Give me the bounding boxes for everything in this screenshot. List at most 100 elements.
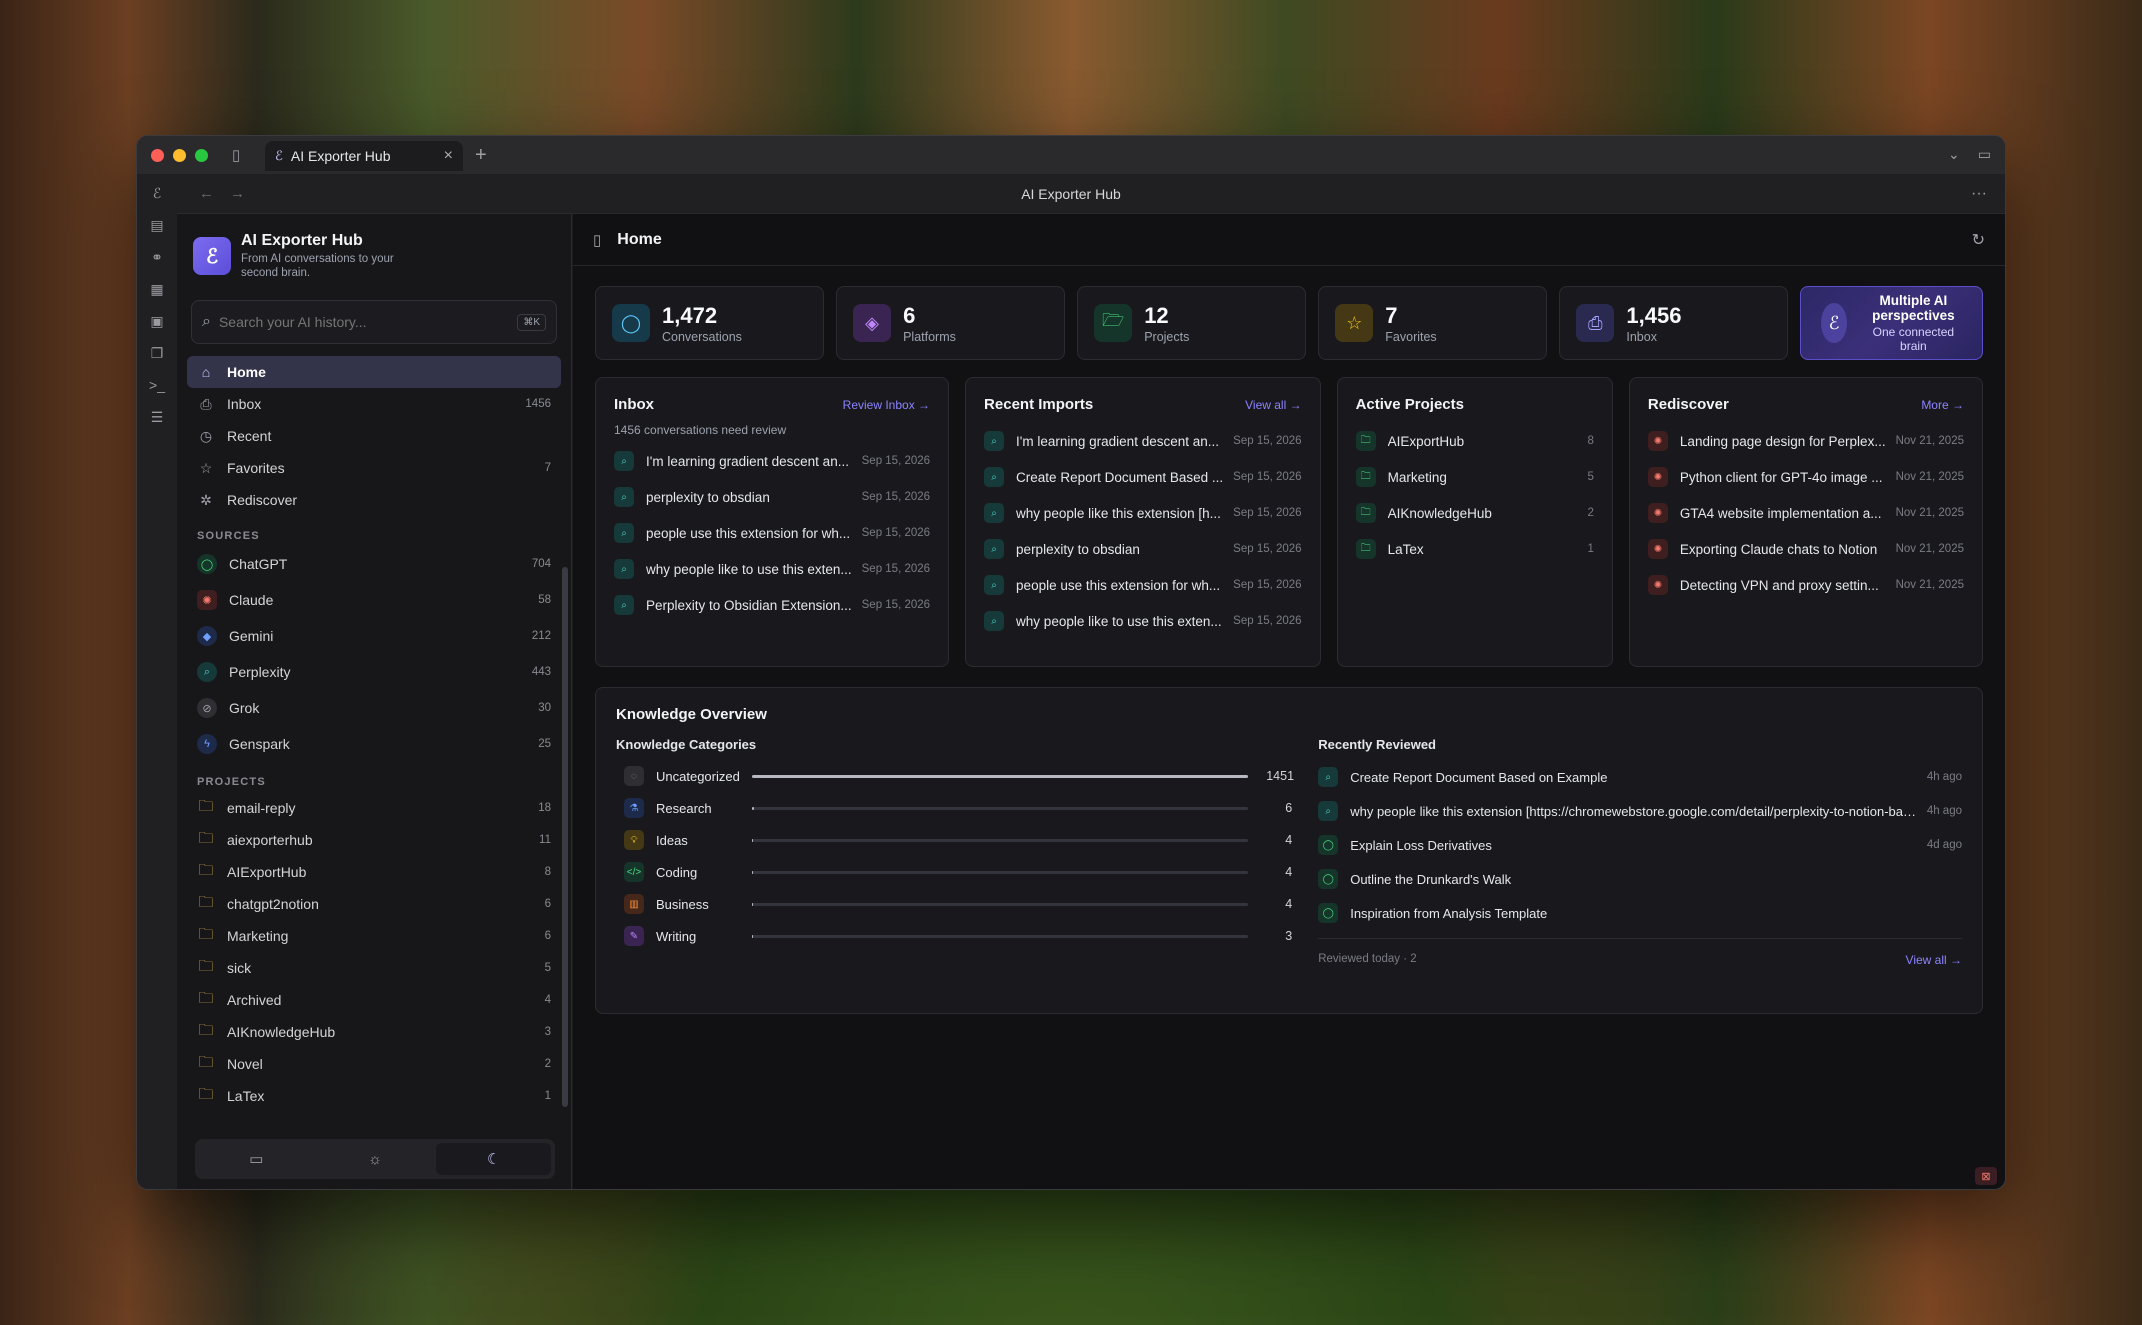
reviewed-item[interactable]: ◯ Outline the Drunkard's Walk (1318, 862, 1962, 896)
list-item[interactable]: ⌕ why people like to use this exten... Sep… (984, 603, 1302, 639)
split-view-icon[interactable]: ▭ (1978, 146, 1991, 163)
category-row[interactable]: ◌ Uncategorized 1451 (616, 760, 1294, 792)
list-item[interactable]: ✺ Detecting VPN and proxy settin... Nov 21… (1647, 567, 1964, 603)
stat-card-projects[interactable]: 🗁 12 Projects (1077, 286, 1307, 360)
sidebar-item-project[interactable]: 🗀 Novel 2 (187, 1048, 561, 1080)
extension-badge-icon[interactable]: ⊠ (1975, 1167, 1997, 1185)
item-date: Sep 15, 2026 (861, 527, 931, 539)
sidebar-item-project[interactable]: 🗀 sick 5 (187, 952, 561, 984)
search-box[interactable]: ⌕ ⌘K (191, 300, 557, 344)
app-logo-icon[interactable]: ℰ (148, 184, 166, 202)
sidebar-item-project[interactable]: 🗀 AIExportHub 8 (187, 856, 561, 888)
minimize-window-button[interactable] (173, 148, 186, 162)
project-item[interactable]: 🗀 Marketing 5 (1355, 459, 1594, 495)
category-row[interactable]: ▥ Business 4 (616, 888, 1292, 920)
sidebar-item-inbox[interactable]: ⎙ Inbox 1456 (187, 388, 561, 420)
sidebar-item-grok[interactable]: ⊘ Grok 30 (187, 690, 561, 726)
item-title: I'm learning gradient descent an... (1016, 433, 1219, 449)
refresh-icon[interactable]: ↻ (1972, 230, 1985, 250)
list-item[interactable]: ⌕ why people like this extension [h... Sep… (984, 495, 1302, 531)
inbox-icon: ⎙ (1576, 304, 1615, 342)
sidebar-item-project[interactable]: 🗀 Archived 4 (187, 984, 561, 1016)
more-options-icon[interactable]: ··· (1971, 185, 1987, 203)
list-item[interactable]: ⌕ people use this extension for wh... Sep … (984, 567, 1302, 603)
reviewed-item[interactable]: ◯ Inspiration from Analysis Template (1318, 896, 1962, 930)
tab-close-icon[interactable]: × (444, 147, 453, 165)
new-tab-icon[interactable]: + (475, 144, 487, 167)
category-bar-fill (752, 774, 1249, 778)
list-item[interactable]: ⌕ I'm learning gradient descent an... Sep … (614, 443, 930, 479)
calendar-icon[interactable]: ▣ (148, 312, 166, 330)
gemini-icon: ◆ (197, 626, 217, 646)
system-theme-button[interactable]: ▭ (199, 1143, 314, 1175)
stat-card-platforms[interactable]: ◈ 6 Platforms (836, 286, 1066, 360)
sidebar-item-count: 704 (531, 558, 551, 570)
sidebar-item-project[interactable]: 🗀 AIKnowledgeHub 3 (187, 1016, 561, 1048)
sidebar-item-project[interactable]: 🗀 email-reply 18 (187, 792, 561, 824)
project-item[interactable]: 🗀 AIExportHub 8 (1355, 423, 1594, 459)
reviewed-item[interactable]: ◯ Explain Loss Derivatives 4d ago (1318, 828, 1962, 862)
list-item[interactable]: ⌕ why people like to use this exten... Sep… (614, 551, 930, 587)
perplexity-icon: ⌕ (197, 662, 217, 682)
sidebar-item-chatgpt[interactable]: ◯ ChatGPT 704 (187, 546, 561, 582)
window-controls (151, 148, 208, 162)
review-inbox-link[interactable]: Review Inbox → (843, 398, 930, 412)
zoom-window-button[interactable] (195, 148, 208, 162)
panel-toggle-icon[interactable]: ▯ (593, 231, 601, 249)
sidebar-item-project[interactable]: 🗀 LaTex 1 (187, 1080, 561, 1112)
browser-tab[interactable]: ℰ AI Exporter Hub × (265, 141, 463, 171)
graph-icon[interactable]: ⚭ (148, 248, 166, 266)
sidebar-item-label: Perplexity (229, 664, 291, 680)
close-window-button[interactable] (151, 148, 164, 162)
sidebar-item-rediscover[interactable]: ✲ Rediscover (187, 484, 561, 516)
list-item[interactable]: ✺ Exporting Claude chats to Notion Nov 21,… (1647, 531, 1964, 567)
project-item[interactable]: 🗀 LaTex 1 (1355, 531, 1594, 567)
sidebar-item-project[interactable]: 🗀 aiexporterhub 11 (187, 824, 561, 856)
view-all-link[interactable]: View all → (1906, 953, 1962, 967)
document-icon[interactable]: ▤ (148, 216, 166, 234)
sidebar-item-recent[interactable]: ◷ Recent (187, 420, 561, 452)
dark-theme-button[interactable]: ☾ (436, 1143, 552, 1175)
list-item[interactable]: ⌕ Create Report Document Based ... Sep 15,… (984, 459, 1302, 495)
stat-card-favorites[interactable]: ☆ 7 Favorites (1318, 286, 1548, 360)
chevron-down-icon[interactable]: ⌄ (1948, 146, 1960, 163)
address-title[interactable]: AI Exporter Hub (137, 186, 2005, 202)
category-row[interactable]: ✎ Writing 3 (616, 920, 1292, 952)
sidebar-item-project[interactable]: 🗀 chatgpt2notion 6 (187, 888, 561, 920)
view-all-link[interactable]: View all → (1245, 398, 1301, 412)
sidebar-item-favorites[interactable]: ☆ Favorites 7 (187, 452, 561, 484)
grid-icon[interactable]: ▦ (148, 280, 166, 298)
sidebar-item-project[interactable]: 🗀 Marketing 6 (187, 920, 561, 952)
reviewed-item[interactable]: ⌕ why people like this extension [https:/… (1318, 794, 1962, 828)
star-icon: ☆ (199, 459, 213, 476)
list-item[interactable]: ⌕ Perplexity to Obsidian Extension... Sep … (614, 587, 930, 623)
sidebar-item-home[interactable]: ⌂ Home (187, 356, 561, 388)
terminal-icon[interactable]: >_ (148, 376, 166, 394)
project-item[interactable]: 🗀 AIKnowledgeHub 2 (1355, 495, 1594, 531)
category-count: 4 (1285, 897, 1293, 911)
light-theme-button[interactable]: ☼ (318, 1143, 433, 1175)
sidebar-item-claude[interactable]: ✺ Claude 58 (187, 582, 561, 618)
list-item[interactable]: ✺ Landing page design for Perplex... Nov 2… (1647, 423, 1964, 459)
copy-icon[interactable]: ❐ (148, 344, 166, 362)
list-item[interactable]: ⌕ perplexity to obsdian Sep 15, 2026 (984, 531, 1302, 567)
list-item[interactable]: ⌕ perplexity to obsdian Sep 15, 2026 (614, 479, 930, 515)
list-item[interactable]: ⌕ I'm learning gradient descent an... Sep … (984, 423, 1302, 459)
list-item[interactable]: ⌕ people use this extension for wh... Sep … (614, 515, 930, 551)
list-item[interactable]: ✺ GTA4 website implementation a... Nov 21,… (1647, 495, 1964, 531)
reviewed-item[interactable]: ⌕ Create Report Document Based on Example… (1318, 760, 1962, 794)
search-input[interactable] (218, 314, 518, 330)
more-link[interactable]: More → (1921, 398, 1964, 412)
sidebar-scrollbar[interactable] (562, 567, 568, 1107)
stat-card-inbox[interactable]: ⎙ 1,456 Inbox (1559, 286, 1789, 360)
list-item[interactable]: ✺ Python client for GPT-4o image ... Nov 2… (1647, 459, 1964, 495)
category-row[interactable]: 💡︎ Ideas 4 (616, 824, 1292, 856)
sidebar-item-genspark[interactable]: ϟ Genspark 25 (187, 726, 561, 762)
sidebar-item-gemini[interactable]: ◆ Gemini 212 (187, 618, 561, 654)
category-row[interactable]: ⚗ Research 6 (616, 792, 1292, 824)
sidebar-toggle-icon[interactable]: ▯ (232, 146, 240, 164)
sidebar-item-perplexity[interactable]: ⌕ Perplexity 443 (187, 654, 561, 690)
category-row[interactable]: </> Coding 4 (616, 856, 1292, 888)
stat-card-conversations[interactable]: ◯ 1,472 Conversations (595, 286, 825, 360)
list-icon[interactable]: ☰ (148, 408, 166, 426)
